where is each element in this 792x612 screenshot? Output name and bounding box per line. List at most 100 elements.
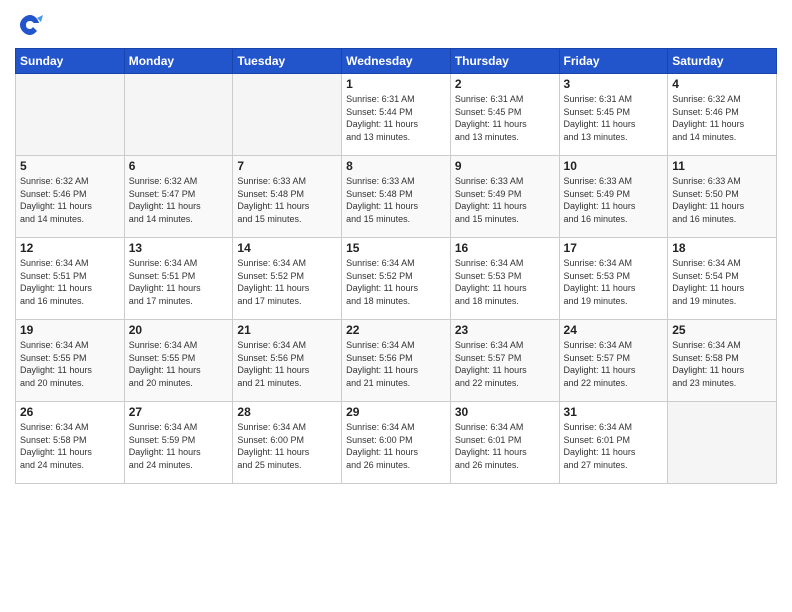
calendar-cell: 10Sunrise: 6:33 AM Sunset: 5:49 PM Dayli…	[559, 156, 668, 238]
day-number: 2	[455, 77, 555, 91]
calendar-cell	[124, 74, 233, 156]
day-number: 8	[346, 159, 446, 173]
calendar-cell: 8 Sunrise: 6:33 AM Sunset: 5:48 PM Daylig…	[342, 156, 451, 238]
calendar-cell: 26 Sunrise: 6:34 AM Sunset: 5:58 PM Dayli…	[16, 402, 125, 484]
day-info: Sunrise: 6:34 AM Sunset: 5:59 PM Dayligh…	[129, 421, 229, 471]
calendar-week-row: 5 Sunrise: 6:32 AM Sunset: 5:46 PM Daylig…	[16, 156, 777, 238]
day-number: 30	[455, 405, 555, 419]
weekday-header-row: SundayMondayTuesdayWednesdayThursdayFrid…	[16, 49, 777, 74]
day-number: 7	[237, 159, 337, 173]
calendar-week-row: 1 Sunrise: 6:31 AM Sunset: 5:44 PM Daylig…	[16, 74, 777, 156]
day-number: 17	[564, 241, 664, 255]
calendar-cell: 30 Sunrise: 6:34 AM Sunset: 6:01 PM Dayli…	[450, 402, 559, 484]
day-info: Sunrise: 6:34 AM Sunset: 6:01 PM Dayligh…	[455, 421, 555, 471]
day-number: 14	[237, 241, 337, 255]
day-info: Sunrise: 6:34 AM Sunset: 5:57 PM Dayligh…	[564, 339, 664, 389]
calendar-cell: 9Sunrise: 6:33 AM Sunset: 5:49 PM Daylig…	[450, 156, 559, 238]
calendar-cell: 19 Sunrise: 6:34 AM Sunset: 5:55 PM Dayli…	[16, 320, 125, 402]
day-info: Sunrise: 6:34 AM Sunset: 5:58 PM Dayligh…	[672, 339, 772, 389]
weekday-header: Saturday	[668, 49, 777, 74]
calendar-cell: 21 Sunrise: 6:34 AM Sunset: 5:56 PM Dayli…	[233, 320, 342, 402]
day-info: Sunrise: 6:34 AM Sunset: 6:00 PM Dayligh…	[346, 421, 446, 471]
day-info: Sunrise: 6:33 AM Sunset: 5:49 PM Dayligh…	[564, 175, 664, 225]
day-number: 3	[564, 77, 664, 91]
day-number: 6	[129, 159, 229, 173]
day-info: Sunrise: 6:32 AM Sunset: 5:47 PM Dayligh…	[129, 175, 229, 225]
day-number: 11	[672, 159, 772, 173]
day-info: Sunrise: 6:33 AM Sunset: 5:49 PM Dayligh…	[455, 175, 555, 225]
calendar: SundayMondayTuesdayWednesdayThursdayFrid…	[15, 48, 777, 484]
day-info: Sunrise: 6:32 AM Sunset: 5:46 PM Dayligh…	[20, 175, 120, 225]
day-number: 5	[20, 159, 120, 173]
day-number: 21	[237, 323, 337, 337]
calendar-cell: 29 Sunrise: 6:34 AM Sunset: 6:00 PM Dayli…	[342, 402, 451, 484]
calendar-cell: 6 Sunrise: 6:32 AM Sunset: 5:47 PM Daylig…	[124, 156, 233, 238]
calendar-cell: 4 Sunrise: 6:32 AM Sunset: 5:46 PM Daylig…	[668, 74, 777, 156]
calendar-cell: 2 Sunrise: 6:31 AM Sunset: 5:45 PM Daylig…	[450, 74, 559, 156]
day-info: Sunrise: 6:34 AM Sunset: 6:00 PM Dayligh…	[237, 421, 337, 471]
day-info: Sunrise: 6:34 AM Sunset: 6:01 PM Dayligh…	[564, 421, 664, 471]
calendar-cell	[668, 402, 777, 484]
day-number: 1	[346, 77, 446, 91]
day-info: Sunrise: 6:34 AM Sunset: 5:57 PM Dayligh…	[455, 339, 555, 389]
calendar-cell: 16 Sunrise: 6:34 AM Sunset: 5:53 PM Dayli…	[450, 238, 559, 320]
calendar-cell: 7 Sunrise: 6:33 AM Sunset: 5:48 PM Daylig…	[233, 156, 342, 238]
day-info: Sunrise: 6:31 AM Sunset: 5:45 PM Dayligh…	[455, 93, 555, 143]
day-number: 19	[20, 323, 120, 337]
day-number: 24	[564, 323, 664, 337]
day-info: Sunrise: 6:32 AM Sunset: 5:46 PM Dayligh…	[672, 93, 772, 143]
day-info: Sunrise: 6:34 AM Sunset: 5:58 PM Dayligh…	[20, 421, 120, 471]
weekday-header: Wednesday	[342, 49, 451, 74]
day-number: 4	[672, 77, 772, 91]
header	[15, 10, 777, 40]
day-info: Sunrise: 6:33 AM Sunset: 5:50 PM Dayligh…	[672, 175, 772, 225]
calendar-cell: 31 Sunrise: 6:34 AM Sunset: 6:01 PM Dayli…	[559, 402, 668, 484]
day-number: 28	[237, 405, 337, 419]
day-info: Sunrise: 6:34 AM Sunset: 5:56 PM Dayligh…	[346, 339, 446, 389]
day-info: Sunrise: 6:33 AM Sunset: 5:48 PM Dayligh…	[237, 175, 337, 225]
day-number: 12	[20, 241, 120, 255]
calendar-cell: 20Sunrise: 6:34 AM Sunset: 5:55 PM Dayli…	[124, 320, 233, 402]
calendar-cell: 25 Sunrise: 6:34 AM Sunset: 5:58 PM Dayli…	[668, 320, 777, 402]
day-number: 18	[672, 241, 772, 255]
day-info: Sunrise: 6:31 AM Sunset: 5:45 PM Dayligh…	[564, 93, 664, 143]
day-number: 31	[564, 405, 664, 419]
weekday-header: Friday	[559, 49, 668, 74]
calendar-cell: 1 Sunrise: 6:31 AM Sunset: 5:44 PM Daylig…	[342, 74, 451, 156]
calendar-cell: 5 Sunrise: 6:32 AM Sunset: 5:46 PM Daylig…	[16, 156, 125, 238]
day-info: Sunrise: 6:33 AM Sunset: 5:48 PM Dayligh…	[346, 175, 446, 225]
day-info: Sunrise: 6:34 AM Sunset: 5:56 PM Dayligh…	[237, 339, 337, 389]
day-info: Sunrise: 6:34 AM Sunset: 5:54 PM Dayligh…	[672, 257, 772, 307]
calendar-cell: 22 Sunrise: 6:34 AM Sunset: 5:56 PM Dayli…	[342, 320, 451, 402]
day-number: 20	[129, 323, 229, 337]
calendar-cell	[233, 74, 342, 156]
day-number: 15	[346, 241, 446, 255]
day-info: Sunrise: 6:34 AM Sunset: 5:53 PM Dayligh…	[455, 257, 555, 307]
day-number: 16	[455, 241, 555, 255]
weekday-header: Tuesday	[233, 49, 342, 74]
day-number: 13	[129, 241, 229, 255]
calendar-cell: 23 Sunrise: 6:34 AM Sunset: 5:57 PM Dayli…	[450, 320, 559, 402]
day-info: Sunrise: 6:34 AM Sunset: 5:52 PM Dayligh…	[237, 257, 337, 307]
day-number: 29	[346, 405, 446, 419]
calendar-cell: 14 Sunrise: 6:34 AM Sunset: 5:52 PM Dayli…	[233, 238, 342, 320]
day-info: Sunrise: 6:31 AM Sunset: 5:44 PM Dayligh…	[346, 93, 446, 143]
day-number: 26	[20, 405, 120, 419]
calendar-cell: 24 Sunrise: 6:34 AM Sunset: 5:57 PM Dayli…	[559, 320, 668, 402]
day-info: Sunrise: 6:34 AM Sunset: 5:55 PM Dayligh…	[20, 339, 120, 389]
day-info: Sunrise: 6:34 AM Sunset: 5:51 PM Dayligh…	[129, 257, 229, 307]
calendar-cell: 11 Sunrise: 6:33 AM Sunset: 5:50 PM Dayli…	[668, 156, 777, 238]
calendar-cell: 12 Sunrise: 6:34 AM Sunset: 5:51 PM Dayli…	[16, 238, 125, 320]
day-number: 22	[346, 323, 446, 337]
calendar-cell: 3 Sunrise: 6:31 AM Sunset: 5:45 PM Daylig…	[559, 74, 668, 156]
calendar-cell	[16, 74, 125, 156]
day-info: Sunrise: 6:34 AM Sunset: 5:51 PM Dayligh…	[20, 257, 120, 307]
calendar-week-row: 19 Sunrise: 6:34 AM Sunset: 5:55 PM Dayli…	[16, 320, 777, 402]
weekday-header: Sunday	[16, 49, 125, 74]
calendar-cell: 13 Sunrise: 6:34 AM Sunset: 5:51 PM Dayli…	[124, 238, 233, 320]
day-info: Sunrise: 6:34 AM Sunset: 5:52 PM Dayligh…	[346, 257, 446, 307]
day-number: 23	[455, 323, 555, 337]
day-number: 25	[672, 323, 772, 337]
page: SundayMondayTuesdayWednesdayThursdayFrid…	[0, 0, 792, 612]
calendar-week-row: 26 Sunrise: 6:34 AM Sunset: 5:58 PM Dayli…	[16, 402, 777, 484]
